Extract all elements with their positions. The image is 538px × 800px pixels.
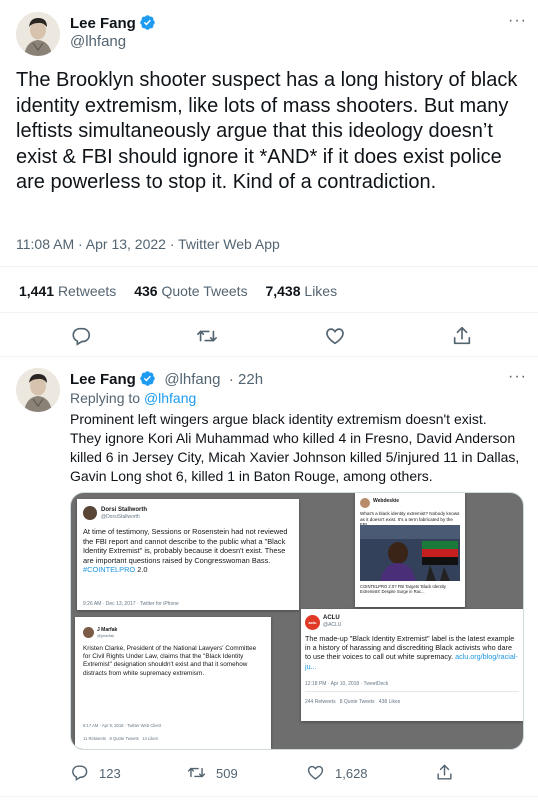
media-image[interactable]: Dorsi Stallworth @DorsiStallworth At tim… [70, 492, 524, 750]
retweet-icon [187, 767, 206, 778]
reply-count: 123 [99, 766, 121, 781]
retweet-button[interactable]: 509 [187, 763, 267, 783]
share-icon[interactable] [451, 325, 473, 347]
reply-author-block[interactable]: Lee Fang @lhfang · 22h [70, 370, 263, 392]
retweets-stat[interactable]: 1,441 Retweets [19, 283, 116, 299]
embedded-screenshot-4: aclu ACLU @ACLU The made-up "Black Ident… [301, 609, 523, 721]
main-tweet-meta[interactable]: 11:08 AM · Apr 13, 2022 · Twitter Web Ap… [16, 236, 280, 252]
main-tweet-text: The Brooklyn shooter suspect has a long … [16, 69, 518, 193]
main-author-handle[interactable]: @lhfang [70, 33, 126, 50]
embedded-divider [305, 691, 519, 692]
reply-button[interactable]: 123 [70, 763, 150, 783]
embedded-avatar [83, 506, 97, 520]
divider [0, 356, 538, 357]
like-icon [307, 765, 324, 780]
retweet-icon[interactable] [196, 325, 218, 347]
embedded-body: Kristen Clarke, President of the Nationa… [83, 645, 257, 677]
main-tweet-stats: 1,441 Retweets 436 Quote Tweets 7,438 Li… [19, 283, 351, 299]
embedded-meta: 12:18 PM · Apr 10, 2018 · TweetDeck [305, 681, 389, 687]
embedded-author-name: Dorsi Stallworth [101, 507, 148, 513]
divider [0, 312, 538, 313]
embedded-avatar [83, 627, 94, 638]
share-icon [437, 764, 452, 780]
share-button[interactable] [435, 763, 459, 783]
likes-stat[interactable]: 7,438 Likes [265, 283, 337, 299]
replying-to: Replying to @lhfang [70, 390, 197, 406]
reply-author-name[interactable]: Lee Fang [70, 371, 136, 388]
quote-tweets-stat[interactable]: 436 Quote Tweets [134, 283, 247, 299]
reply-author-handle[interactable]: @lhfang [164, 371, 220, 388]
divider [0, 266, 538, 267]
embedded-screenshot-1: Dorsi Stallworth @DorsiStallworth At tim… [77, 499, 299, 610]
replying-to-handle-link[interactable]: @lhfang [144, 390, 196, 406]
embedded-photo [360, 525, 460, 581]
reply-time[interactable]: · 22h [229, 371, 263, 388]
embedded-screenshot-2: Webdeskie What's a black identity extrem… [355, 493, 465, 607]
embedded-stats: 244 Retweets 8 Quote Tweets 438 Likes [305, 699, 401, 705]
main-author-avatar[interactable] [16, 12, 60, 56]
more-options-icon[interactable]: ··· [508, 368, 527, 386]
verified-badge-icon [139, 370, 156, 392]
embedded-author-handle: @jmarfak [97, 633, 115, 638]
more-options-icon[interactable]: ··· [508, 12, 527, 30]
like-button[interactable]: 1,628 [306, 763, 386, 783]
embedded-caption: COINTELPRO 2.0? FBI Targets 'Black Ident… [360, 584, 446, 594]
embedded-meta: 9:26 AM · Dec 13, 2017 · Twitter for iPh… [83, 601, 179, 607]
embedded-author-name: Webdeskie [373, 498, 400, 504]
reply-icon[interactable] [70, 325, 92, 347]
embedded-body: At time of testimony, Sessions or Rosens… [83, 527, 288, 575]
embedded-body: The made-up "Black Identity Extremist" l… [305, 634, 518, 671]
aclu-logo: aclu [305, 615, 320, 630]
embedded-stats: 11 Retweets 8 Quote Tweets 14 Likes [83, 736, 158, 741]
embedded-meta: 8:17 AM · Apr 9, 2018 · Twitter Web Clie… [83, 723, 162, 728]
like-icon[interactable] [324, 325, 346, 347]
embedded-author-handle: @ACLU [323, 622, 342, 628]
verified-badge-icon [139, 14, 156, 36]
reply-icon [72, 765, 88, 781]
divider [0, 796, 538, 797]
main-author-name[interactable]: Lee Fang [70, 15, 136, 32]
embedded-screenshot-3: J Marfak @jmarfak Kristen Clarke, Presid… [75, 617, 271, 749]
like-count: 1,628 [335, 766, 368, 781]
embedded-avatar [360, 498, 370, 508]
embedded-author-handle: @DorsiStallworth [101, 514, 140, 520]
reply-tweet-text: Prominent left wingers argue black ident… [70, 411, 520, 484]
embedded-author-name: ACLU [323, 615, 340, 621]
retweet-count: 509 [216, 766, 238, 781]
reply-author-avatar[interactable] [16, 368, 60, 412]
